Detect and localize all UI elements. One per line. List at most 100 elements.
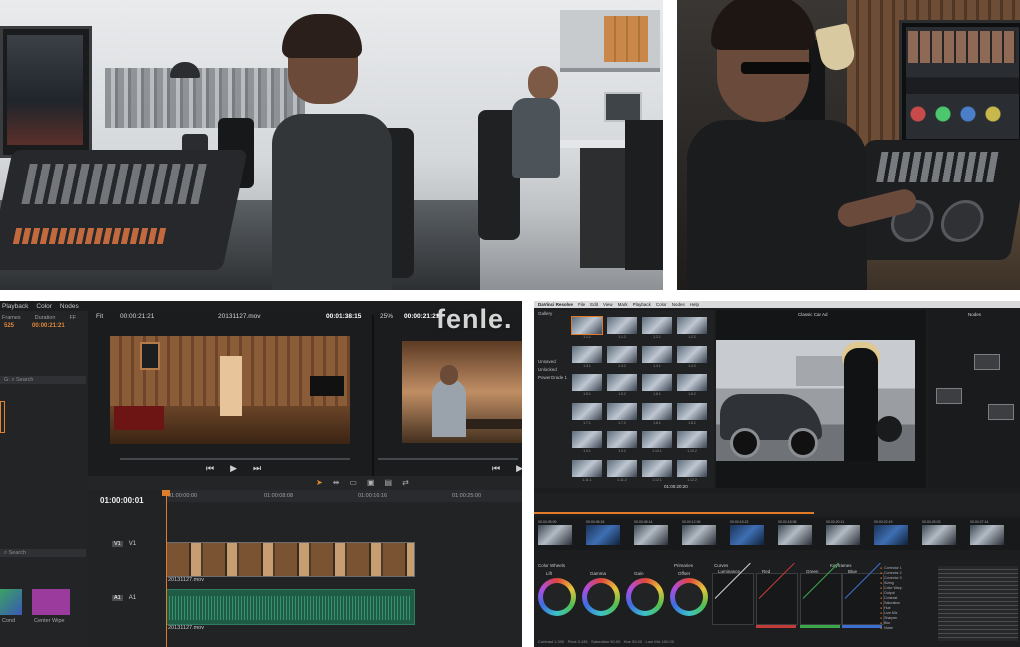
audio-clip-label: 20131127.mov	[168, 625, 204, 631]
album-unlocked[interactable]: Unlocked	[538, 367, 557, 372]
clip-thumbnail[interactable]	[682, 525, 716, 545]
gallery-still[interactable]: 1.11.2	[607, 459, 637, 482]
lift-wheel[interactable]	[538, 578, 576, 616]
clip-thumbnail[interactable]	[826, 525, 860, 545]
colorist-person	[677, 0, 877, 290]
keyframe-item[interactable]: Noise	[880, 626, 936, 631]
gallery-still[interactable]: 1.6.1	[642, 374, 672, 396]
fit-dropdown[interactable]: Fit	[96, 313, 103, 320]
node[interactable]	[974, 354, 1000, 370]
menu-color[interactable]: Color	[36, 303, 52, 310]
rewind-icon[interactable]: ⏮	[206, 463, 214, 474]
source-scrubber[interactable]	[120, 458, 350, 460]
still-label: 1.9.2	[618, 449, 626, 453]
clip-thumbnail[interactable]	[778, 525, 812, 545]
gallery-still[interactable]: 1.10.2	[677, 431, 707, 453]
transition-thumb-center-wipe[interactable]	[32, 589, 70, 615]
play-icon[interactable]: ▶	[516, 463, 522, 474]
gamma-wheel[interactable]	[582, 578, 620, 616]
insert-tool-icon[interactable]: ▣	[367, 478, 375, 487]
menu-edit[interactable]: Edit	[590, 302, 598, 307]
grading-monitor	[899, 20, 1020, 148]
wheel-label-offset: Offset	[678, 571, 690, 576]
still-label: 1.5.2	[618, 392, 626, 396]
gallery-still[interactable]: 1.2.2	[677, 317, 707, 339]
playhead[interactable]	[166, 490, 167, 647]
fast-forward-icon[interactable]: ⏭	[253, 463, 261, 474]
blade-tool-icon[interactable]: ▭	[349, 478, 357, 487]
play-icon[interactable]: ▶	[230, 463, 237, 474]
offset-wheel[interactable]	[670, 578, 708, 616]
gallery-still[interactable]: 1.8.1	[642, 402, 672, 425]
green-curve[interactable]	[800, 562, 842, 625]
rewind-icon[interactable]: ⏮	[492, 463, 500, 474]
still-label: 1.3.1	[583, 363, 591, 368]
red-curve[interactable]	[756, 562, 798, 625]
color-wheels-section: Color Wheels	[538, 563, 566, 568]
gallery-still[interactable]: 1.12.2	[677, 459, 707, 482]
gallery-still[interactable]: 1.9.1	[572, 431, 602, 453]
clip-thumbnail[interactable]	[730, 525, 764, 545]
a1-badge[interactable]: A1	[112, 595, 123, 601]
clip-thumbnail[interactable]	[634, 525, 668, 545]
playhead-handle[interactable]	[162, 490, 170, 496]
node[interactable]	[936, 388, 962, 404]
gallery-still[interactable]: 1.12.1	[642, 459, 672, 482]
gallery-still[interactable]: 1.1.1	[571, 316, 603, 339]
clip-thumbnail[interactable]	[970, 525, 1004, 545]
audio-track-header[interactable]: A1 A1	[88, 595, 166, 601]
gallery-still[interactable]: 1.7.2	[607, 402, 637, 425]
zoom-level[interactable]: 25%	[380, 313, 393, 320]
gallery-still[interactable]: 1.4.1	[642, 345, 672, 368]
transition-thumb-cond[interactable]	[0, 589, 22, 615]
gallery-still[interactable]: 1.3.1	[572, 345, 602, 368]
gallery-still[interactable]: 1.9.2	[607, 431, 637, 453]
clip-thumbnail[interactable]	[874, 525, 908, 545]
media-search-input[interactable]: G: ⌕ Search	[0, 376, 86, 384]
pointer-tool-icon[interactable]: ➤	[316, 478, 323, 487]
v1-badge[interactable]: V1	[112, 541, 123, 547]
luminance-curve[interactable]	[712, 562, 754, 625]
audio-clip[interactable]	[166, 589, 415, 625]
menu-playback[interactable]: Playback	[633, 302, 651, 307]
gain-wheel[interactable]	[626, 578, 664, 616]
trim-tool-icon[interactable]: ⇹	[333, 478, 340, 487]
record-scrubber[interactable]	[378, 458, 518, 460]
chair	[625, 120, 663, 270]
menu-view[interactable]: View	[603, 302, 613, 307]
gallery-still[interactable]: 1.6.2	[677, 374, 707, 396]
video-track-header[interactable]: V1 V1	[88, 541, 166, 547]
effects-search-input[interactable]: ⌕ Search	[0, 549, 86, 557]
menu-file[interactable]: File	[578, 302, 585, 307]
gallery-still[interactable]: 1.3.2	[607, 345, 637, 368]
gallery-still[interactable]: 1.5.2	[607, 374, 637, 396]
blue-curve[interactable]	[842, 562, 884, 625]
album-powergrade[interactable]: PowerGrade 1	[538, 375, 567, 380]
record-transport: ⏮ ▶	[492, 463, 522, 474]
menu-mark[interactable]: Mark	[618, 302, 628, 307]
node[interactable]	[988, 404, 1014, 420]
menu-nodes[interactable]: Nodes	[672, 302, 685, 307]
overwrite-tool-icon[interactable]: ▤	[385, 478, 393, 487]
clip-thumbnail[interactable]	[586, 525, 620, 545]
replace-tool-icon[interactable]: ⇄	[402, 478, 409, 487]
clip-thumbnail[interactable]	[922, 525, 956, 545]
gallery-still[interactable]: 1.2.1	[642, 317, 672, 339]
album-unsaved[interactable]: Unsaved	[538, 359, 556, 364]
gallery-still[interactable]: 1.7.1	[572, 402, 602, 425]
gallery-still[interactable]: 1.5.1	[572, 374, 602, 396]
selected-bin[interactable]	[0, 401, 5, 433]
gallery-still[interactable]: 1.11.1	[572, 459, 602, 482]
still-label: 1.12.2	[687, 477, 697, 482]
laptop	[604, 92, 642, 122]
menu-color[interactable]: Color	[656, 302, 667, 307]
menu-playback[interactable]: Playback	[2, 303, 28, 310]
clip-thumbnail[interactable]	[538, 525, 572, 545]
gallery-still[interactable]: 1.8.2	[677, 402, 707, 425]
menu-help[interactable]: Help	[690, 302, 699, 307]
gallery-still[interactable]: 1.1.2	[607, 317, 637, 339]
gallery-still[interactable]: 1.4.2	[677, 345, 707, 368]
video-clip[interactable]	[166, 542, 415, 577]
gallery-still[interactable]: 1.10.1	[642, 431, 672, 453]
menu-nodes[interactable]: Nodes	[60, 303, 79, 310]
